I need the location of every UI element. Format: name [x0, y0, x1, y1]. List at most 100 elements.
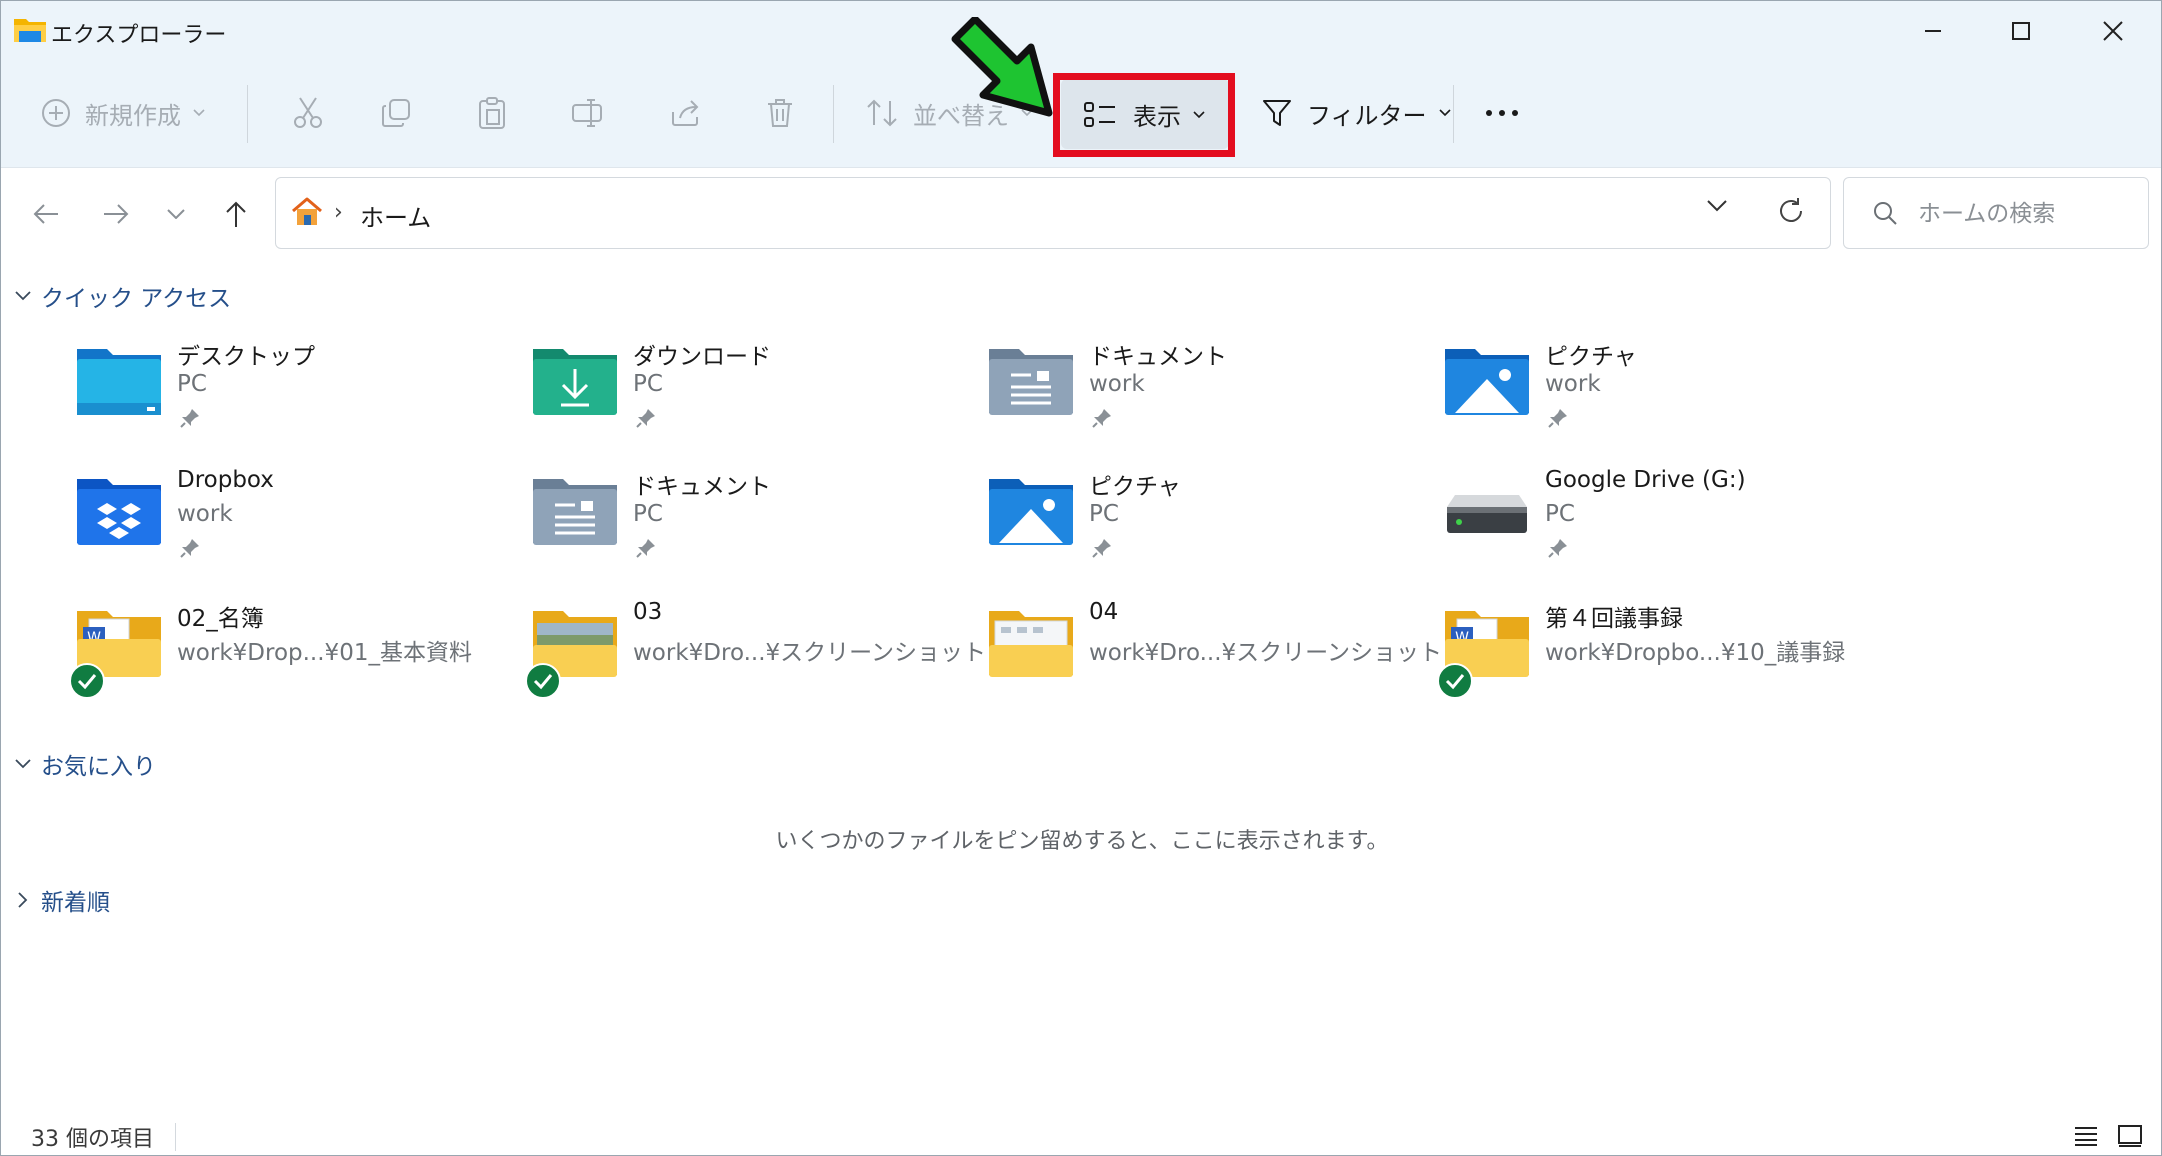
item-location: PC: [1545, 501, 1575, 527]
sync-check-icon: [1437, 663, 1473, 699]
separator: [175, 1123, 176, 1151]
rename-button[interactable]: [563, 73, 613, 153]
clipboard-icon: [479, 97, 505, 129]
back-button[interactable]: [21, 191, 71, 237]
item-location: PC: [1089, 501, 1119, 527]
item-location: work: [177, 501, 233, 527]
item-location: PC: [633, 501, 663, 527]
details-view-icon: [2075, 1127, 2097, 1146]
scissors-icon: [294, 97, 322, 128]
arrow-left-icon: [33, 204, 58, 224]
sync-check-icon: [69, 663, 105, 699]
tiles-view-button[interactable]: [2113, 1121, 2147, 1151]
paste-button[interactable]: [467, 73, 517, 153]
favorites-header[interactable]: お気に入り: [15, 747, 156, 781]
quick-access-item[interactable]: Dropbox work: [75, 465, 515, 575]
quick-access-item[interactable]: ピクチャ work: [1443, 335, 1883, 445]
refresh-icon[interactable]: [1776, 196, 1806, 226]
quick-access-item[interactable]: ドキュメント PC: [531, 465, 971, 575]
quick-access-item[interactable]: デスクトップ PC: [75, 335, 515, 445]
item-location: PC: [633, 371, 663, 397]
tiles-view-icon: [2118, 1125, 2142, 1147]
quick-access-item[interactable]: ドキュメント work: [987, 335, 1427, 445]
quick-access-header[interactable]: クイック アクセス: [15, 279, 231, 313]
title-bar: エクスプローラー: [1, 1, 2161, 61]
pin-icon: [636, 409, 655, 428]
pin-icon: [180, 539, 199, 558]
cut-button[interactable]: [283, 73, 333, 153]
item-name: 04: [1089, 599, 1119, 625]
separator: [247, 85, 248, 143]
item-name: ドキュメント: [1089, 344, 1227, 370]
chevron-down-icon: [1438, 109, 1451, 117]
rename-icon: [572, 99, 602, 127]
close-icon: [2103, 21, 2123, 41]
favorites-empty-message: いくつかのファイルをピン留めすると、ここに表示されます。: [775, 829, 1389, 854]
item-location: work: [1545, 371, 1601, 397]
item-location: work¥Dro...¥スクリーンショット: [1089, 640, 1443, 666]
search-icon: [1874, 202, 1897, 225]
separator: [833, 85, 834, 143]
documents-folder-icon: [989, 349, 1073, 415]
close-button[interactable]: [2071, 9, 2155, 53]
minimize-icon: [1925, 30, 1941, 32]
quick-access-item[interactable]: Google Drive (G:) PC: [1443, 465, 1883, 575]
breadcrumb-separator: ›: [334, 200, 343, 225]
chevron-down-icon: [193, 109, 205, 117]
minimize-button[interactable]: [1891, 9, 1975, 53]
quick-access-item[interactable]: ピクチャ PC: [987, 465, 1427, 575]
item-location: work¥Dro...¥スクリーンショット: [633, 640, 987, 666]
search-box[interactable]: [1843, 177, 2149, 249]
quick-access-item[interactable]: 03 work¥Dro...¥スクリーンショット: [525, 597, 986, 707]
quick-access-item[interactable]: W 第４回議事録 work¥Dropbo...¥10_議事録: [1437, 597, 1883, 707]
pictures-folder-icon: [989, 479, 1073, 545]
pin-icon: [1548, 409, 1567, 428]
pictures-folder-icon: [1445, 349, 1529, 415]
search-input[interactable]: [1918, 194, 2138, 234]
recent-title: 新着順: [41, 890, 110, 916]
more-options-button[interactable]: [1475, 73, 1529, 153]
recent-header[interactable]: 新着順: [15, 883, 110, 917]
forward-button[interactable]: [91, 191, 141, 237]
address-bar[interactable]: › ホーム: [275, 177, 1831, 249]
filter-button[interactable]: フィルター: [1261, 73, 1451, 153]
delete-button[interactable]: [755, 73, 805, 153]
pointer-arrow-icon: [951, 17, 1053, 117]
quick-access-item[interactable]: 04 work¥Dro...¥スクリーンショット: [987, 597, 1442, 707]
recent-locations-button[interactable]: [151, 191, 201, 237]
item-location: work: [1089, 371, 1145, 397]
up-button[interactable]: [211, 191, 261, 237]
item-count: 33 個の項目: [31, 1127, 154, 1152]
item-name: Dropbox: [177, 467, 274, 493]
arrow-right-icon: [104, 204, 129, 224]
chevron-down-icon: [15, 291, 31, 301]
details-view-button[interactable]: [2069, 1121, 2103, 1151]
desktop-folder-icon: [77, 349, 161, 415]
item-location: work¥Drop...¥01_基本資料: [177, 640, 472, 666]
pin-icon: [636, 539, 655, 558]
quick-access-item[interactable]: ダウンロード PC: [531, 335, 971, 445]
sort-icon: [867, 99, 897, 127]
documents-folder-icon: [533, 479, 617, 545]
breadcrumb-home[interactable]: ホーム: [360, 198, 431, 233]
new-button-label: 新規作成: [85, 101, 181, 130]
item-name: 第４回議事録: [1545, 606, 1683, 632]
share-button[interactable]: [661, 73, 711, 153]
new-button[interactable]: 新規作成: [41, 73, 205, 153]
chevron-down-icon: [15, 759, 31, 769]
explorer-window: エクスプローラー 新規作成 並べ替え フィルター 表示 › ホーム ホームの検索…: [0, 0, 2162, 1156]
item-name: ピクチャ: [1089, 474, 1181, 500]
more-icon: [1486, 110, 1518, 116]
dropbox-folder-icon: [77, 479, 161, 545]
drive-icon: [1447, 495, 1527, 533]
window-title: エクスプローラー: [51, 23, 227, 48]
pin-icon: [1092, 539, 1111, 558]
downloads-folder-icon: [533, 349, 617, 415]
quick-access-item[interactable]: W 02_名簿 work¥Drop...¥01_基本資料: [69, 597, 515, 707]
chevron-down-icon[interactable]: [1706, 198, 1728, 212]
quick-access-title: クイック アクセス: [41, 286, 232, 312]
copy-button[interactable]: [371, 73, 421, 153]
maximize-icon: [2012, 22, 2030, 40]
share-icon: [672, 100, 699, 126]
maximize-button[interactable]: [1979, 9, 2063, 53]
